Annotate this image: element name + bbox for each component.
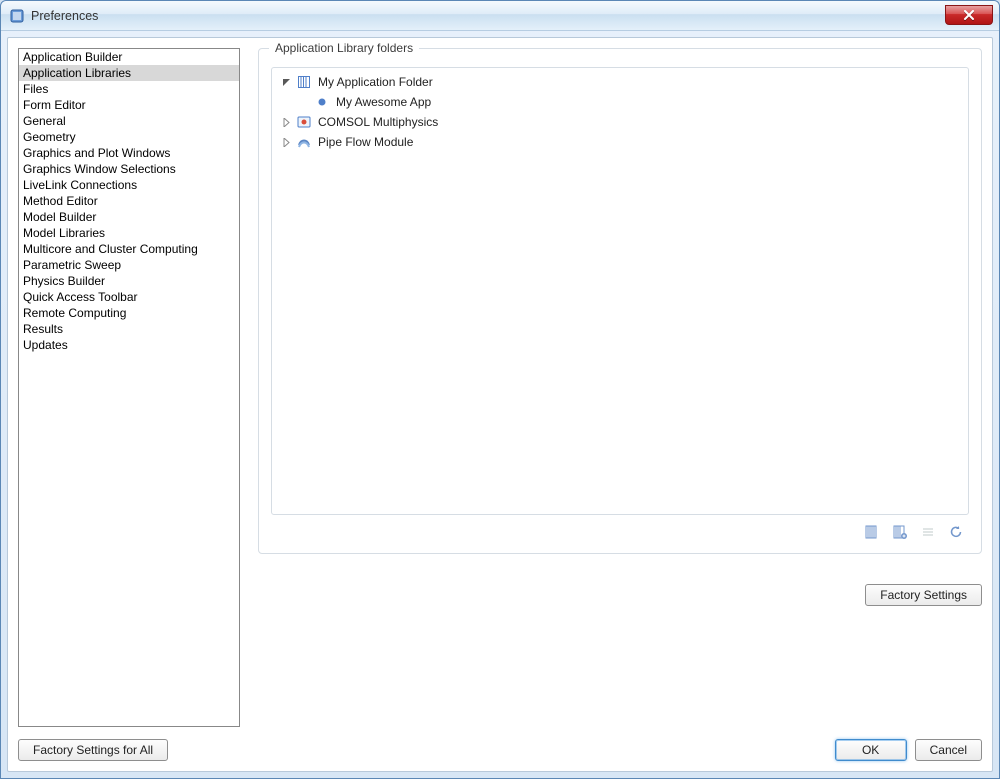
leaf-spacer — [298, 96, 310, 108]
library-icon — [296, 74, 312, 90]
sidebar-item[interactable]: Model Builder — [19, 209, 239, 225]
sidebar-item[interactable]: Model Libraries — [19, 225, 239, 241]
sidebar-item[interactable]: Multicore and Cluster Computing — [19, 241, 239, 257]
sidebar-item[interactable]: Application Libraries — [19, 65, 239, 81]
panel-button-row: Factory Settings — [258, 554, 982, 606]
settings-panel: Application Library folders My Applicati… — [258, 48, 982, 727]
remove-library-icon — [919, 523, 937, 541]
sidebar-item[interactable]: Application Builder — [19, 49, 239, 65]
ok-button[interactable]: OK — [835, 739, 907, 761]
ok-cancel-group: OK Cancel — [835, 739, 982, 761]
tree-node-label: COMSOL Multiphysics — [318, 115, 438, 129]
app-icon — [9, 8, 25, 24]
pipe-icon — [296, 134, 312, 150]
sidebar-item[interactable]: Files — [19, 81, 239, 97]
sidebar-item[interactable]: Form Editor — [19, 97, 239, 113]
sidebar-item[interactable]: Graphics Window Selections — [19, 161, 239, 177]
sidebar-item[interactable]: Parametric Sweep — [19, 257, 239, 273]
sidebar-item[interactable]: Results — [19, 321, 239, 337]
group-title: Application Library folders — [269, 41, 419, 55]
tree-node-label: Pipe Flow Module — [318, 135, 413, 149]
category-sidebar[interactable]: Application BuilderApplication Libraries… — [18, 48, 240, 727]
window-title: Preferences — [31, 9, 945, 23]
library-folder-tree[interactable]: My Application Folder My Awesome App COMSO… — [271, 67, 969, 515]
tree-node[interactable]: My Application Folder — [278, 72, 962, 92]
sidebar-item[interactable]: Physics Builder — [19, 273, 239, 289]
factory-settings-all-button[interactable]: Factory Settings for All — [18, 739, 168, 761]
collapse-icon[interactable] — [280, 76, 292, 88]
tree-toolbar — [271, 515, 969, 541]
preferences-window: Preferences Application BuilderApplicati… — [0, 0, 1000, 779]
sidebar-item[interactable]: LiveLink Connections — [19, 177, 239, 193]
expand-icon[interactable] — [280, 116, 292, 128]
sidebar-item[interactable]: Graphics and Plot Windows — [19, 145, 239, 161]
comsol-icon — [296, 114, 312, 130]
tree-node[interactable]: My Awesome App — [278, 92, 962, 112]
sidebar-item[interactable]: Method Editor — [19, 193, 239, 209]
app-dot-icon — [314, 94, 330, 110]
expand-icon[interactable] — [280, 136, 292, 148]
tree-node-label: My Application Folder — [318, 75, 433, 89]
tree-node[interactable]: COMSOL Multiphysics — [278, 112, 962, 132]
sidebar-item[interactable]: General — [19, 113, 239, 129]
close-button[interactable] — [945, 5, 993, 25]
sidebar-item[interactable]: Remote Computing — [19, 305, 239, 321]
cancel-button[interactable]: Cancel — [915, 739, 982, 761]
tree-node-label: My Awesome App — [336, 95, 431, 109]
refresh-icon[interactable] — [947, 523, 965, 541]
main-row: Application BuilderApplication Libraries… — [18, 48, 982, 727]
factory-settings-button[interactable]: Factory Settings — [865, 584, 982, 606]
tree-node[interactable]: Pipe Flow Module — [278, 132, 962, 152]
set-library-root-icon[interactable] — [891, 523, 909, 541]
content-area: Application BuilderApplication Libraries… — [7, 37, 993, 772]
sidebar-item[interactable]: Geometry — [19, 129, 239, 145]
sidebar-item[interactable]: Quick Access Toolbar — [19, 289, 239, 305]
dialog-footer: Factory Settings for All OK Cancel — [18, 727, 982, 761]
add-user-library-icon[interactable] — [863, 523, 881, 541]
app-library-folders-group: Application Library folders My Applicati… — [258, 48, 982, 554]
sidebar-item[interactable]: Updates — [19, 337, 239, 353]
titlebar[interactable]: Preferences — [1, 1, 999, 31]
